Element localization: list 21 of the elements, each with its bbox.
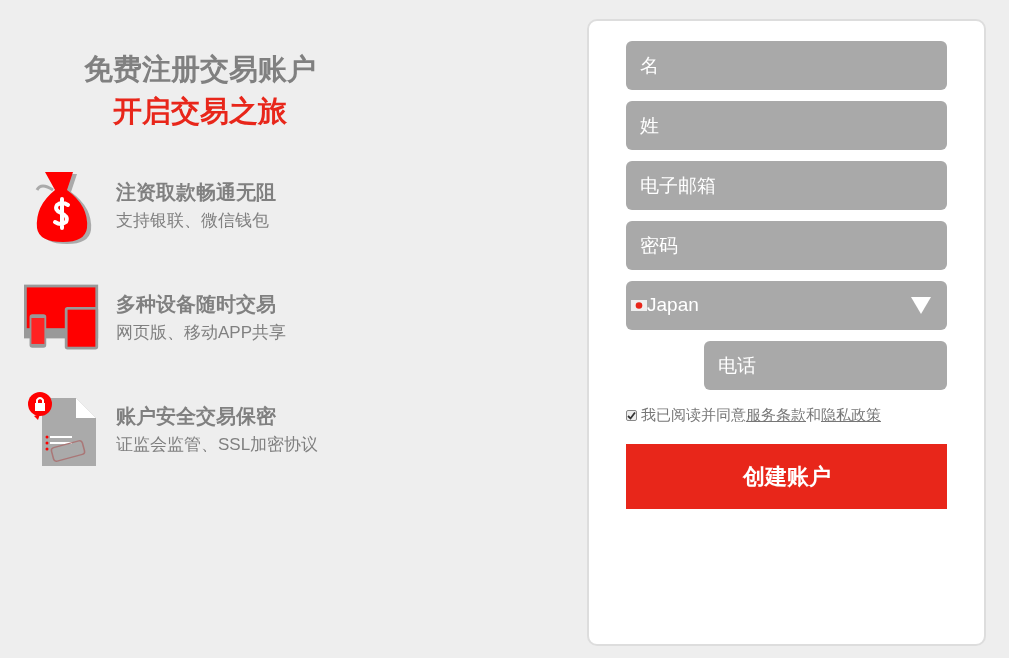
consent-text: 我已阅读并同意服务条款和隐私政策 — [641, 405, 881, 425]
feature-title: 注资取款畅通无阻 — [116, 180, 276, 205]
feature-subtitle: 证监会监管、SSL加密协议 — [116, 434, 319, 456]
input-field[interactable]: 电话 — [704, 341, 947, 390]
privacy-link[interactable]: 隐私政策 — [821, 406, 881, 423]
dropdown-arrow-icon — [911, 297, 931, 314]
secure-document-icon — [26, 392, 98, 468]
terms-link[interactable]: 服务条款 — [746, 406, 806, 423]
flag-icon — [631, 300, 647, 311]
input-field[interactable]: 电子邮箱 — [626, 161, 947, 210]
input-field[interactable]: 姓 — [626, 101, 947, 150]
feature-title: 账户安全交易保密 — [116, 404, 277, 429]
feature-subtitle: 网页版、移动APP共享 — [116, 322, 287, 344]
create-account-button[interactable]: 创建账户 — [626, 443, 947, 509]
feature-subtitle: 支持银联、微信钱包 — [116, 210, 270, 232]
headline: 免费注册交易账户 — [84, 52, 316, 87]
input-field[interactable]: 密码 — [626, 221, 947, 270]
checkbox[interactable] — [626, 409, 637, 421]
input-field[interactable]: 名 — [626, 41, 947, 90]
feature-title: 多种设备随时交易 — [116, 292, 277, 317]
tagline: 开启交易之旅 — [113, 94, 287, 129]
